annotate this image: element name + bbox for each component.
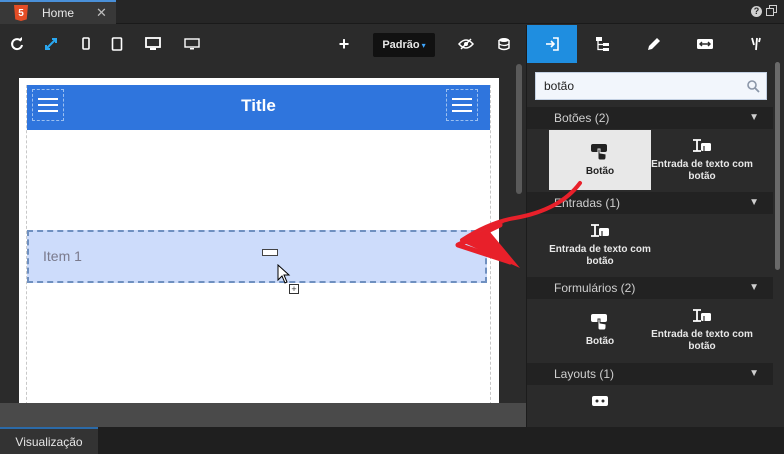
robot-card-icon bbox=[592, 396, 608, 406]
insert-icon bbox=[546, 37, 559, 51]
text-input-button-icon bbox=[693, 138, 711, 152]
resize-horizontal-icon bbox=[697, 39, 713, 49]
component-botao[interactable]: Botão bbox=[549, 300, 651, 360]
hamburger-icon bbox=[452, 98, 472, 100]
menu-left-button[interactable] bbox=[32, 89, 64, 121]
chevron-down-icon[interactable]: ▼ bbox=[749, 363, 759, 385]
pencil-icon bbox=[648, 38, 660, 50]
preset-label: Padrão bbox=[382, 39, 420, 51]
component-entrada-texto-botao[interactable]: Entrada de texto com botão bbox=[651, 130, 753, 190]
component-label: Entrada de texto com botão bbox=[651, 328, 753, 352]
chevron-down-icon[interactable]: ▼ bbox=[749, 107, 759, 129]
section-title: Botões (2) bbox=[554, 111, 610, 125]
component-label: Entrada de texto com botão bbox=[549, 243, 651, 267]
app-bar[interactable]: Title bbox=[27, 85, 490, 130]
restore-window-icon[interactable] bbox=[766, 5, 777, 16]
help-icon[interactable]: ? bbox=[751, 6, 762, 17]
section-title: Layouts (1) bbox=[554, 367, 615, 381]
preset-dropdown[interactable]: Padrão ▾ bbox=[373, 33, 435, 57]
toolbar: + Padrão ▾ bbox=[0, 25, 526, 63]
chevron-down-icon[interactable]: ▼ bbox=[749, 192, 759, 214]
search-box[interactable] bbox=[535, 72, 767, 100]
app-title: Title bbox=[241, 96, 276, 115]
html5-icon: 5 bbox=[14, 5, 28, 21]
component-label: Botão bbox=[585, 165, 615, 177]
design-canvas[interactable]: Title Item 1 + bbox=[0, 63, 526, 403]
search-input[interactable] bbox=[536, 73, 736, 99]
tablet-icon bbox=[111, 37, 123, 51]
magic-wand-icon bbox=[751, 37, 761, 51]
cursor-arrow-icon bbox=[277, 264, 291, 284]
tab-code[interactable] bbox=[731, 25, 781, 63]
drag-plus-icon: + bbox=[289, 284, 299, 294]
status-bar: Visualização bbox=[0, 427, 784, 454]
widescreen-view-button[interactable] bbox=[181, 33, 203, 55]
section-formularios[interactable]: Formulários (2) ▼ bbox=[527, 277, 773, 299]
database-button[interactable] bbox=[493, 33, 515, 55]
section-layouts[interactable]: Layouts (1) ▼ bbox=[527, 363, 773, 385]
widescreen-icon bbox=[184, 38, 200, 50]
fit-screen-button[interactable] bbox=[40, 33, 62, 55]
list-item-label: Item 1 bbox=[43, 248, 82, 264]
text-input-button-icon bbox=[591, 223, 609, 237]
chevron-down-icon[interactable]: ▼ bbox=[749, 277, 759, 299]
device-preview[interactable]: Title Item 1 + bbox=[19, 78, 499, 403]
caret-down-icon: ▾ bbox=[421, 40, 426, 50]
tablet-view-button[interactable] bbox=[106, 33, 128, 55]
component-entrada-texto-botao[interactable]: Entrada de texto com botão bbox=[549, 215, 651, 275]
tree-icon bbox=[596, 37, 609, 51]
touch-icon bbox=[591, 313, 607, 330]
canvas-horizontal-scrollbar[interactable] bbox=[0, 403, 526, 427]
monitor-icon bbox=[145, 37, 161, 50]
database-icon bbox=[498, 38, 510, 51]
tab-home[interactable]: 5 Home ✕ bbox=[0, 0, 116, 24]
hamburger-icon bbox=[38, 98, 58, 100]
tab-visualizacao[interactable]: Visualização bbox=[0, 427, 98, 454]
panel-scrollbar[interactable] bbox=[775, 62, 780, 270]
canvas-scrollbar[interactable] bbox=[516, 64, 522, 194]
component-label: Botão bbox=[585, 335, 615, 347]
ide-window: 5 Home ✕ ? + Padrão ▾ Title Item 1 + bot… bbox=[0, 0, 784, 454]
component-botao[interactable]: Botão bbox=[549, 130, 651, 190]
phone-view-button[interactable] bbox=[75, 33, 97, 55]
text-input-button-icon bbox=[693, 308, 711, 322]
tab-properties[interactable] bbox=[629, 25, 679, 63]
refresh-button[interactable] bbox=[6, 33, 28, 55]
add-button[interactable]: + bbox=[333, 33, 355, 55]
section-entradas[interactable]: Entradas (1) ▼ bbox=[527, 192, 773, 214]
close-icon[interactable]: ✕ bbox=[96, 5, 107, 21]
drop-placeholder bbox=[262, 249, 278, 256]
list-item[interactable]: Item 1 bbox=[27, 230, 487, 283]
touch-icon bbox=[591, 143, 607, 160]
search-icon[interactable] bbox=[746, 79, 760, 93]
refresh-icon bbox=[11, 37, 23, 51]
tab-label: Home bbox=[42, 6, 75, 20]
visibility-button[interactable] bbox=[455, 33, 477, 55]
component-label: Entrada de texto com botão bbox=[651, 158, 753, 182]
tab-bar: 5 Home ✕ ? bbox=[0, 0, 784, 24]
components-panel: Botões (2) ▼ Botão Entrada de texto com … bbox=[526, 25, 784, 427]
tab-tree[interactable] bbox=[578, 25, 628, 63]
section-title: Entradas (1) bbox=[554, 196, 621, 210]
tab-components[interactable] bbox=[527, 25, 577, 63]
phone-icon bbox=[82, 37, 90, 50]
desktop-view-button[interactable] bbox=[142, 33, 164, 55]
component-layout[interactable] bbox=[549, 387, 651, 427]
menu-right-button[interactable] bbox=[446, 89, 478, 121]
tab-layout[interactable] bbox=[680, 25, 730, 63]
panel-tabs bbox=[527, 25, 784, 63]
expand-icon bbox=[45, 38, 57, 50]
eye-slash-icon bbox=[458, 38, 474, 50]
component-entrada-texto-botao[interactable]: Entrada de texto com botão bbox=[651, 300, 753, 360]
section-title: Formulários (2) bbox=[554, 281, 636, 295]
section-botoes[interactable]: Botões (2) ▼ bbox=[527, 107, 773, 129]
